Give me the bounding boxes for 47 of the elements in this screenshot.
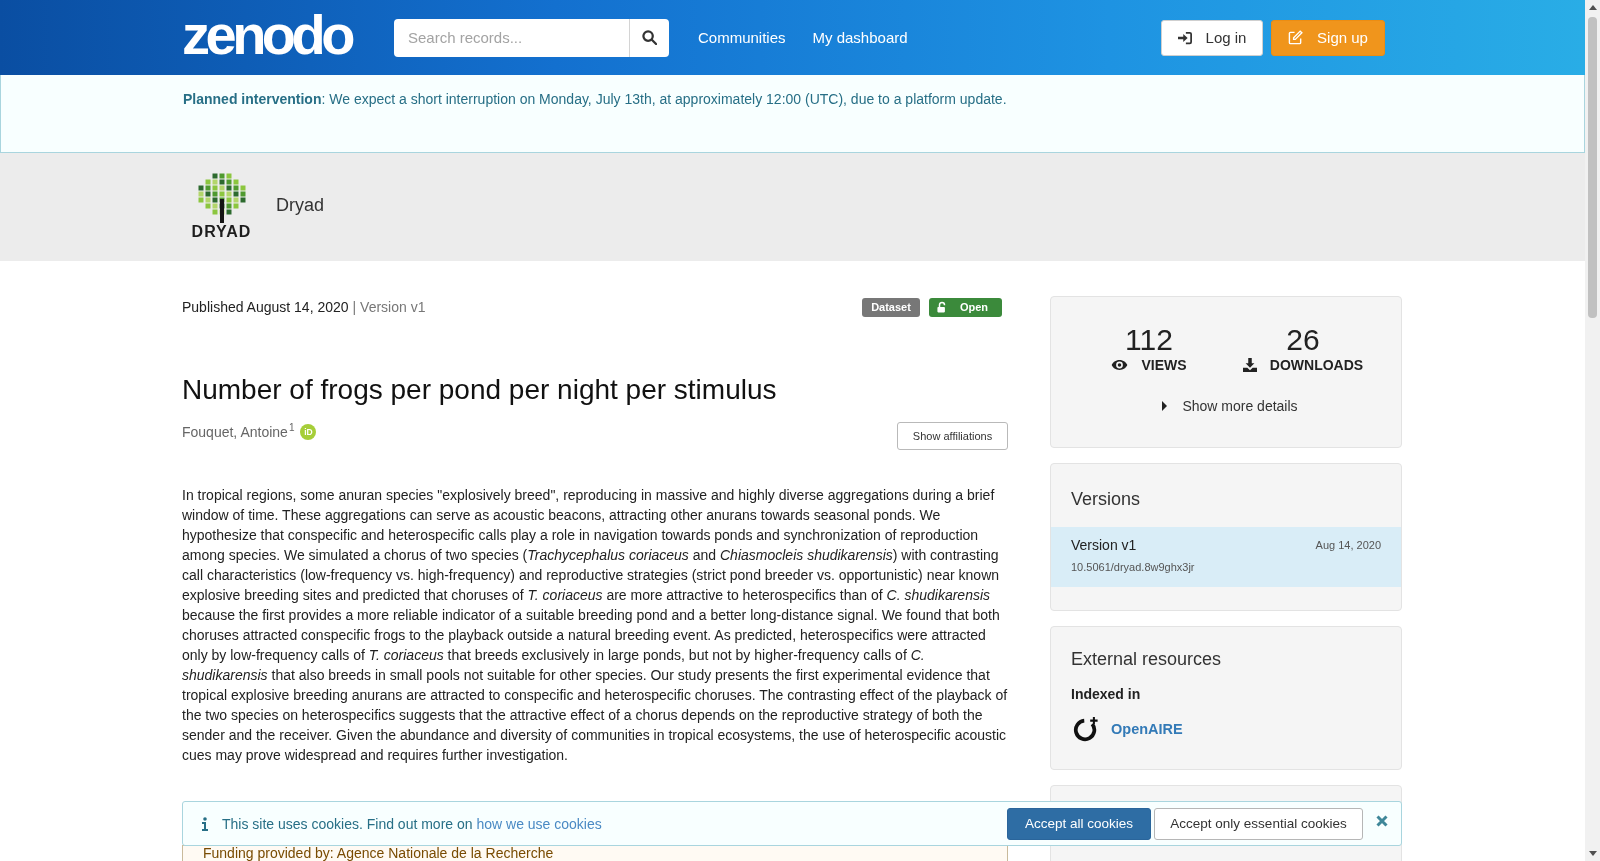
site-logo[interactable]: zenodo [182, 8, 351, 61]
accept-essential-cookies-button[interactable]: Accept only essential cookies [1154, 807, 1363, 840]
version-name: Version v1 [1071, 537, 1137, 553]
type-badge: Dataset [862, 297, 920, 317]
funding-text: Funding provided by: Agence Nationale de la Recherche [203, 846, 555, 861]
author-name: Fouquet, Antoine$^{1}$ [182, 422, 295, 442]
access-badge: Open [928, 297, 1002, 317]
stat-value: 26 [1286, 325, 1320, 355]
scrollbar-thumb[interactable] [1588, 17, 1597, 318]
circular-arrow-plus-icon [1073, 716, 1099, 742]
openaire-link[interactable]: OpenAIRE [1111, 721, 1183, 737]
edit-icon [1288, 30, 1304, 45]
scroll-down-icon[interactable] [1588, 851, 1597, 856]
community-name[interactable]: Dryad [276, 194, 324, 216]
community-logo-text: DRYAD [191, 223, 252, 241]
record-title: Number of frogs per pond per night per stimulus [182, 374, 778, 405]
login-button[interactable]: Log in [1161, 19, 1263, 56]
scroll-up-icon[interactable] [1588, 5, 1597, 10]
sign-in-icon [1177, 30, 1192, 45]
announcement-text: Planned intervention: We expect a short interruption on Monday, July 13th, at approximately 12:00 (UTC), due to a platform update. [183, 91, 1007, 107]
search-icon [642, 30, 657, 45]
version-label: | Version v1 [352, 299, 426, 315]
stat-value: 112 [1125, 325, 1173, 355]
unlock-icon [936, 301, 947, 313]
close-icon[interactable] [1376, 814, 1388, 827]
stat-label: DOWNLOADS [1269, 357, 1364, 373]
versions-heading: Versions [1070, 489, 1142, 509]
eye-icon [1111, 359, 1129, 371]
version-date: Aug 14, 2020 [1315, 539, 1381, 551]
cookie-notice-text: This site uses cookies. Find out more on how we use cookies [222, 815, 602, 832]
show-more-details-toggle[interactable]: Show more details [1154, 396, 1298, 416]
accept-all-cookies-button[interactable]: Accept all cookies [1007, 807, 1151, 840]
search-field[interactable]: Search records... [394, 18, 629, 57]
search-button[interactable] [629, 18, 669, 57]
show-affiliations-button[interactable]: Show affiliations [897, 422, 1008, 450]
abstract-text: In tropical regions, some anuran species "explosively breed", reproducing in massive and highly diverse aggregations during a brief window of time. These aggregations can serve as acoustic beacons, attracting other anurans towards seasonal ponds. We hypothesize that conspecific and heterospecific calls play a role in navigation towards ponds and synchronization of reproduction among species. We simulated a chorus of two species (Trachycephalus coriaceus and Chiasmocleis shudikarensis) with contrasting call characteristics (low-frequency vs. high-frequency) and reproductive strategies (strict pond breeder vs. opportunistic) near known explosive breeding sites and predicted that choruses of T. coriaceus are more attractive to heterospecifics than of C. shudikarensis because the first provides a more reliable indicator of a suitable breeding pond and a better long-distance signal. We found that both choruses attracted conspecific frogs to the playback outside a natural breeding event. As predicted, heterospecifics were attracted only by low-frequency calls of T. coriaceus that breeds exclusively in large ponds, but not by higher-frequency calls of C. shudikarensis that also breeds in small pools not suitable for other species. Our study presents the first experimental evidence that tropical explosive breeding anurans are attracted to conspecific and heterospecific choruses. The contrasting effect of the playback of the two species on heterospecifics suggests that the attractive effect of a chorus depends on the reproductive strategy of both the sender and the receiver. Given the abundance and diversity of communities in tropical ecosystems, the use of heterospecific acoustic cues may prove widespread and requires further investigation. [182, 486, 1008, 765]
download-icon [1242, 358, 1257, 372]
external-resources-heading: External resources [1070, 649, 1223, 669]
indexed-in-label: Indexed in [1071, 685, 1142, 704]
published-date: Published August 14, 2020 [182, 299, 349, 315]
version-item[interactable]: Version v1 Aug 14, 2020 10.5061/dryad.8w9ghx3jr [1051, 527, 1401, 587]
nav-link[interactable]: My dashboard [812, 29, 908, 46]
cookie-policy-link[interactable]: how we use cookies [476, 815, 602, 832]
info-icon [202, 816, 208, 831]
nav-link[interactable]: Communities [698, 29, 786, 46]
version-doi: 10.5061/dryad.8w9ghx3jr [1071, 560, 1196, 575]
stat-label: VIEWS [1141, 357, 1187, 373]
